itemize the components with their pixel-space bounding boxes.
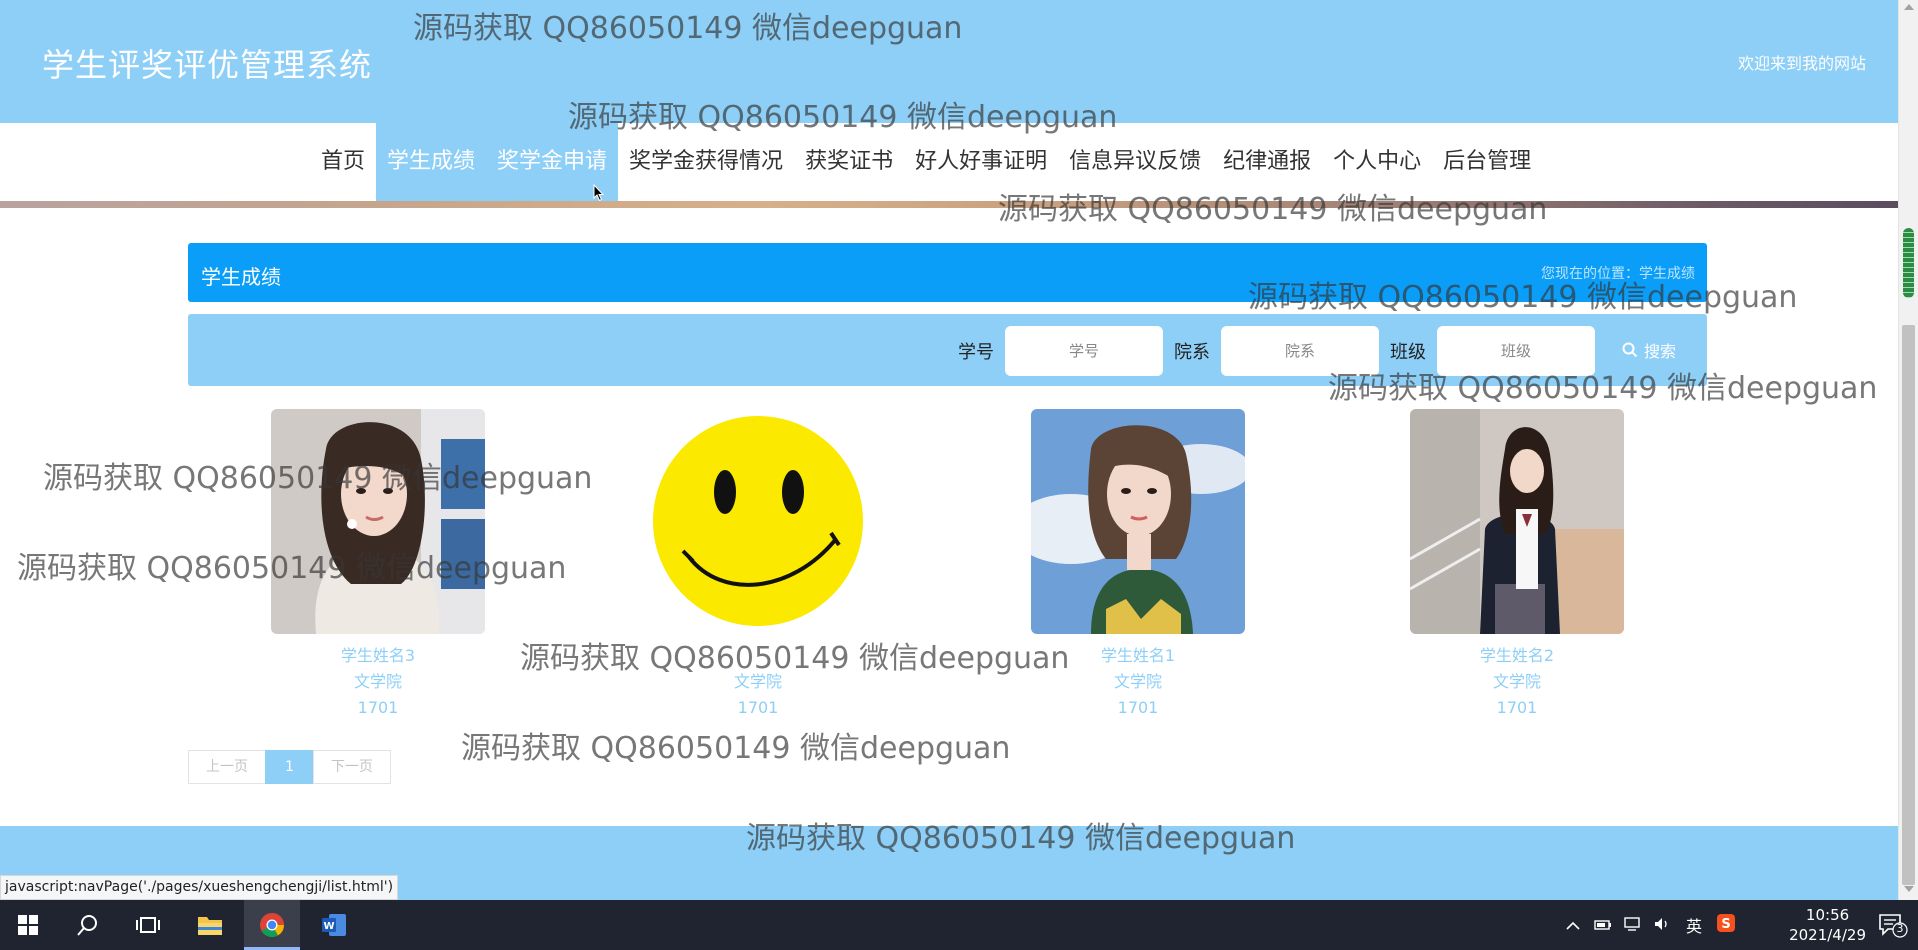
student-card[interactable]: 学生姓名2 文学院 1701 <box>1410 409 1624 717</box>
banner-image <box>0 201 1898 208</box>
nav-item-home[interactable]: 首页 <box>310 123 376 201</box>
student-name[interactable] <box>651 642 865 662</box>
student-photo[interactable] <box>1031 409 1245 634</box>
folder-icon <box>198 917 222 935</box>
scrollbar-thumb[interactable] <box>1902 325 1915 885</box>
student-college: 文学院 <box>353 672 402 691</box>
student-college: 文学院 <box>1113 672 1162 691</box>
word-icon: W <box>322 914 346 936</box>
nav-item-certificates[interactable]: 获奖证书 <box>794 123 904 201</box>
college-label: 院系 <box>1174 342 1210 363</box>
prev-page-button[interactable]: 上一页 <box>188 750 266 784</box>
watermark-text: 源码获取 QQ86050149 微信deepguan <box>461 731 1011 766</box>
network-icon[interactable] <box>1624 916 1642 935</box>
nav-item-student-scores[interactable]: 学生成绩 <box>376 123 487 201</box>
volume-icon[interactable] <box>1654 916 1672 935</box>
welcome-text: 欢迎来到我的网站 <box>1737 54 1866 73</box>
taskbar-clock[interactable]: 10:56 2021/4/29 <box>1789 905 1866 945</box>
chrome-icon <box>260 913 284 938</box>
svg-text:S: S <box>1721 917 1730 932</box>
scroll-indicator <box>1903 228 1914 298</box>
nav-item-discipline[interactable]: 纪律通报 <box>1212 123 1322 201</box>
nav-item-profile[interactable]: 个人中心 <box>1322 123 1432 201</box>
student-college: 文学院 <box>1492 672 1541 691</box>
status-bar-url: javascript:navPage('./pages/xueshengchen… <box>0 875 399 900</box>
student-class: 1701 <box>1496 698 1538 717</box>
search-taskbar-button[interactable] <box>60 900 116 950</box>
student-photo[interactable] <box>1410 409 1624 634</box>
windows-logo-icon <box>18 915 38 935</box>
pagination: 上一页 1 下一页 <box>188 750 391 784</box>
clock-time: 10:56 <box>1805 906 1850 924</box>
page-title: 学生成绩 <box>201 265 281 289</box>
student-name[interactable]: 学生姓名2 <box>1410 642 1624 665</box>
student-class: 1701 <box>737 698 779 717</box>
main-nav: 首页 学生成绩 奖学金申请 奖学金获得情况 获奖证书 好人好事证明 信息异议反馈… <box>0 123 1898 202</box>
student-id-input[interactable] <box>1005 326 1163 376</box>
search-button[interactable]: 搜索 <box>1622 336 1676 364</box>
notification-count: 3 <box>1896 922 1904 935</box>
browser-viewport: 学生评奖评优管理系统 欢迎来到我的网站 首页 学生成绩 奖学金申请 奖学金获得情… <box>0 0 1898 900</box>
clock-date: 2021/4/29 <box>1789 926 1866 944</box>
svg-text:W: W <box>323 921 334 932</box>
scroll-up-arrow-icon[interactable] <box>1904 4 1914 10</box>
mouse-cursor-icon <box>593 184 605 202</box>
site-title: 学生评奖评优管理系统 <box>42 46 373 84</box>
ime-indicator[interactable]: 英 <box>1686 913 1702 937</box>
student-photo[interactable] <box>271 409 485 634</box>
sogou-ime-icon[interactable]: S <box>1716 913 1736 937</box>
notification-center-button[interactable]: 3 <box>1878 913 1908 943</box>
student-class: 1701 <box>1117 698 1159 717</box>
search-icon <box>1622 342 1638 358</box>
student-photo[interactable] <box>651 409 865 634</box>
system-tray: 英 S <box>1566 900 1736 950</box>
student-card[interactable]: 学生姓名3 文学院 1701 <box>271 409 485 717</box>
student-id-label: 学号 <box>958 342 994 363</box>
class-label: 班级 <box>1390 342 1426 363</box>
student-name[interactable]: 学生姓名3 <box>271 642 485 665</box>
search-button-label: 搜索 <box>1644 342 1677 361</box>
nav-item-admin[interactable]: 后台管理 <box>1432 123 1542 201</box>
student-class: 1701 <box>357 698 399 717</box>
class-input[interactable] <box>1437 326 1595 376</box>
page-1-button[interactable]: 1 <box>265 750 314 784</box>
file-explorer-button[interactable] <box>182 900 238 950</box>
breadcrumb-location: 您现在的位置：学生成绩 <box>1541 266 1695 282</box>
scroll-down-arrow-icon[interactable] <box>1904 886 1914 892</box>
nav-item-feedback[interactable]: 信息异议反馈 <box>1058 123 1212 201</box>
student-name[interactable]: 学生姓名1 <box>1031 642 1245 665</box>
student-card[interactable]: 学生姓名1 文学院 1701 <box>1031 409 1245 717</box>
page-scrollbar[interactable] <box>1898 0 1918 900</box>
student-college: 文学院 <box>733 672 782 691</box>
chevron-up-icon[interactable] <box>1566 916 1580 935</box>
student-card[interactable]: 文学院 1701 <box>651 409 865 717</box>
search-icon <box>77 915 97 936</box>
taskbar: W 英 S 10:56 2021/4/29 3 <box>0 900 1918 950</box>
nav-item-scholarship-awards[interactable]: 奖学金获得情况 <box>618 123 794 201</box>
next-page-button[interactable]: 下一页 <box>312 750 391 784</box>
start-button[interactable] <box>0 900 56 950</box>
nav-item-good-deeds[interactable]: 好人好事证明 <box>904 123 1058 201</box>
search-bar: 学号 院系 班级 搜索 <box>188 314 1707 386</box>
word-button[interactable]: W <box>306 900 362 950</box>
battery-icon[interactable] <box>1594 916 1612 935</box>
college-input[interactable] <box>1221 326 1379 376</box>
chrome-button[interactable] <box>244 900 300 950</box>
task-view-button[interactable] <box>120 900 176 950</box>
site-header: 学生评奖评优管理系统 欢迎来到我的网站 <box>0 0 1898 123</box>
task-view-icon <box>136 917 160 933</box>
breadcrumb: 学生成绩 您现在的位置：学生成绩 <box>188 243 1707 302</box>
